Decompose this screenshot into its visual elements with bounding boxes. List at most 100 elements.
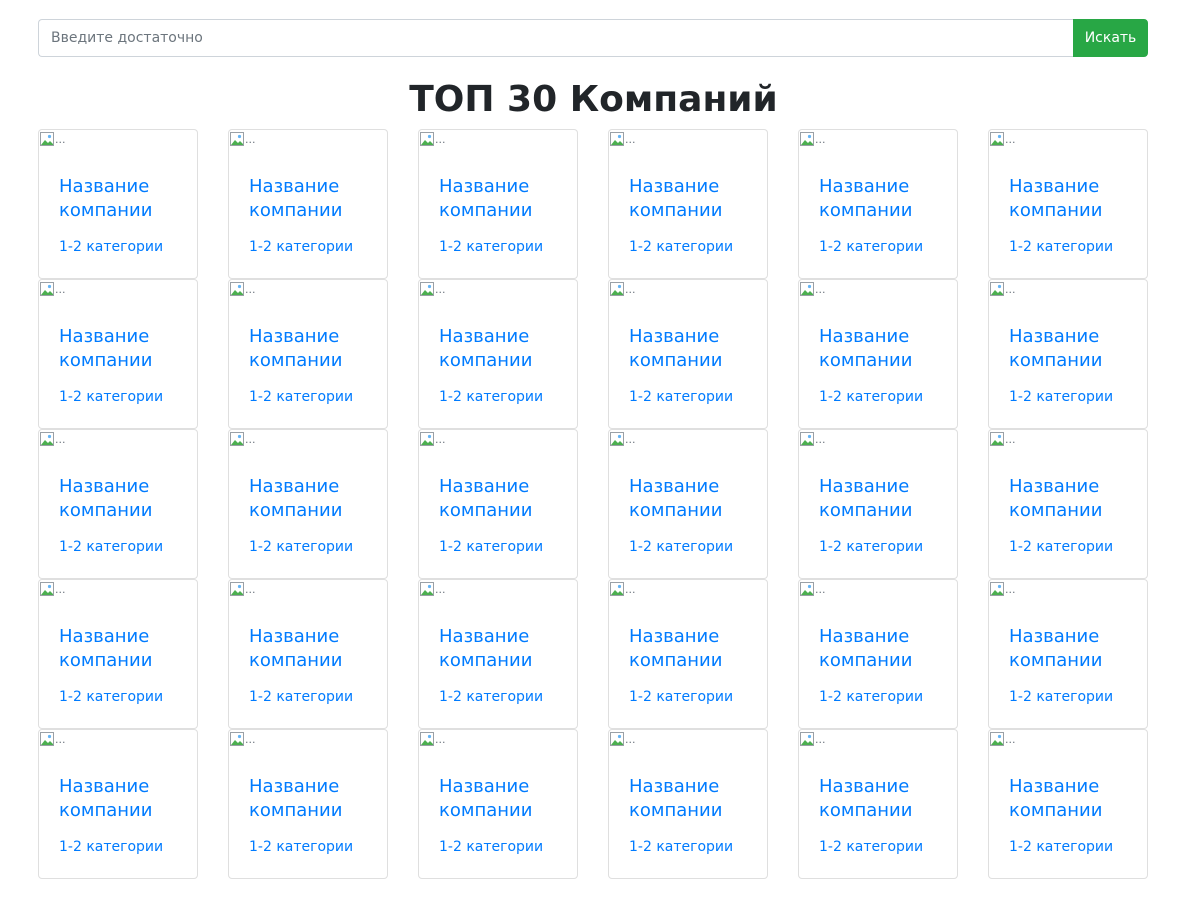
company-card[interactable]: ... Название компании 1-2 категории	[228, 129, 388, 279]
company-card[interactable]: ... Название компании 1-2 категории	[228, 729, 388, 879]
company-category-link[interactable]: 1-2 категории	[1009, 387, 1113, 407]
company-name-link[interactable]: Название компании	[249, 325, 374, 373]
company-logo-image	[420, 581, 436, 597]
company-card[interactable]: ... Название компании 1-2 категории	[988, 579, 1148, 729]
company-category-link[interactable]: 1-2 категории	[819, 237, 923, 257]
company-category-link[interactable]: 1-2 категории	[1009, 537, 1113, 557]
company-card[interactable]: ... Название компании 1-2 категории	[228, 429, 388, 579]
company-name-link[interactable]: Название компании	[249, 175, 374, 223]
company-card[interactable]: ... Название компании 1-2 категории	[38, 729, 198, 879]
company-card[interactable]: ... Название компании 1-2 категории	[418, 729, 578, 879]
company-card[interactable]: ... Название компании 1-2 категории	[608, 279, 768, 429]
company-name-link[interactable]: Название компании	[439, 775, 564, 823]
company-card[interactable]: ... Название компании 1-2 категории	[608, 429, 768, 579]
company-name-link[interactable]: Название компании	[1009, 625, 1134, 673]
company-name-link[interactable]: Название компании	[249, 775, 374, 823]
company-card[interactable]: ... Название компании 1-2 категории	[418, 429, 578, 579]
company-card[interactable]: ... Название компании 1-2 категории	[988, 279, 1148, 429]
company-category-link[interactable]: 1-2 категории	[629, 387, 733, 407]
company-category-link[interactable]: 1-2 категории	[1009, 837, 1113, 857]
broken-image-icon	[800, 582, 814, 596]
company-card[interactable]: ... Название компании 1-2 категории	[608, 129, 768, 279]
company-name-link[interactable]: Название компании	[1009, 175, 1134, 223]
company-card[interactable]: ... Название компании 1-2 категории	[988, 129, 1148, 279]
company-name-link[interactable]: Название компании	[1009, 475, 1134, 523]
company-card[interactable]: ... Название компании 1-2 категории	[418, 129, 578, 279]
company-card[interactable]: ... Название компании 1-2 категории	[418, 579, 578, 729]
company-category-link[interactable]: 1-2 категории	[1009, 687, 1113, 707]
company-category-link[interactable]: 1-2 категории	[249, 237, 353, 257]
company-name-link[interactable]: Название компании	[439, 325, 564, 373]
company-category-link[interactable]: 1-2 категории	[1009, 237, 1113, 257]
company-name-link[interactable]: Название компании	[439, 175, 564, 223]
company-name-link[interactable]: Название компании	[1009, 325, 1134, 373]
company-category-link[interactable]: 1-2 категории	[819, 687, 923, 707]
company-card[interactable]: ... Название компании 1-2 категории	[38, 129, 198, 279]
search-input[interactable]	[38, 19, 1073, 57]
company-card[interactable]: ... Название компании 1-2 категории	[798, 729, 958, 879]
company-name-link[interactable]: Название компании	[819, 325, 944, 373]
company-card[interactable]: ... Название компании 1-2 категории	[608, 729, 768, 879]
company-card[interactable]: ... Название компании 1-2 категории	[988, 729, 1148, 879]
company-card[interactable]: ... Название компании 1-2 категории	[418, 279, 578, 429]
company-card[interactable]: ... Название компании 1-2 категории	[988, 429, 1148, 579]
company-card[interactable]: ... Название компании 1-2 категории	[798, 279, 958, 429]
company-category-link[interactable]: 1-2 категории	[629, 237, 733, 257]
company-name-link[interactable]: Название компании	[59, 775, 184, 823]
company-category-link[interactable]: 1-2 категории	[59, 687, 163, 707]
company-category-link[interactable]: 1-2 категории	[439, 237, 543, 257]
company-name-link[interactable]: Название компании	[249, 475, 374, 523]
company-name-link[interactable]: Название компании	[1009, 775, 1134, 823]
company-category-link[interactable]: 1-2 категории	[59, 387, 163, 407]
company-card[interactable]: ... Название компании 1-2 категории	[228, 279, 388, 429]
company-name-link[interactable]: Название компании	[439, 475, 564, 523]
company-card[interactable]: ... Название компании 1-2 категории	[798, 579, 958, 729]
company-category-link[interactable]: 1-2 категории	[249, 837, 353, 857]
company-card[interactable]: ... Название компании 1-2 категории	[798, 429, 958, 579]
company-category-link[interactable]: 1-2 категории	[439, 537, 543, 557]
company-category-link[interactable]: 1-2 категории	[249, 537, 353, 557]
company-logo-image	[40, 281, 56, 297]
broken-image-icon	[610, 732, 624, 746]
company-name-link[interactable]: Название компании	[59, 475, 184, 523]
company-name-link[interactable]: Название компании	[249, 625, 374, 673]
company-logo-image	[800, 581, 816, 597]
company-category-link[interactable]: 1-2 категории	[819, 537, 923, 557]
company-card[interactable]: ... Название компании 1-2 категории	[38, 279, 198, 429]
company-name-link[interactable]: Название компании	[439, 625, 564, 673]
company-name-link[interactable]: Название компании	[819, 625, 944, 673]
company-name-link[interactable]: Название компании	[819, 475, 944, 523]
company-category-link[interactable]: 1-2 категории	[249, 687, 353, 707]
company-category-link[interactable]: 1-2 категории	[629, 537, 733, 557]
company-category-link[interactable]: 1-2 категории	[59, 237, 163, 257]
company-card[interactable]: ... Название компании 1-2 категории	[38, 429, 198, 579]
company-category-link[interactable]: 1-2 категории	[59, 537, 163, 557]
company-name-link[interactable]: Название компании	[629, 325, 754, 373]
company-name-link[interactable]: Название компании	[819, 175, 944, 223]
company-name-link[interactable]: Название компании	[59, 625, 184, 673]
company-category-link[interactable]: 1-2 категории	[629, 687, 733, 707]
company-card[interactable]: ... Название компании 1-2 категории	[228, 579, 388, 729]
company-name-link[interactable]: Название компании	[629, 775, 754, 823]
image-alt-text: ...	[1005, 583, 1016, 596]
company-card[interactable]: ... Название компании 1-2 категории	[38, 579, 198, 729]
company-category-link[interactable]: 1-2 категории	[439, 387, 543, 407]
company-name-link[interactable]: Название компании	[59, 325, 184, 373]
company-category-link[interactable]: 1-2 категории	[819, 387, 923, 407]
broken-image-icon	[610, 582, 624, 596]
company-logo-image	[990, 281, 1006, 297]
company-category-link[interactable]: 1-2 категории	[439, 687, 543, 707]
company-category-link[interactable]: 1-2 категории	[59, 837, 163, 857]
company-name-link[interactable]: Название компании	[629, 625, 754, 673]
company-category-link[interactable]: 1-2 категории	[249, 387, 353, 407]
company-name-link[interactable]: Название компании	[629, 475, 754, 523]
company-category-link[interactable]: 1-2 категории	[629, 837, 733, 857]
company-name-link[interactable]: Название компании	[59, 175, 184, 223]
company-name-link[interactable]: Название компании	[629, 175, 754, 223]
company-category-link[interactable]: 1-2 категории	[439, 837, 543, 857]
company-category-link[interactable]: 1-2 категории	[819, 837, 923, 857]
search-button[interactable]: Искать	[1073, 19, 1148, 57]
company-card[interactable]: ... Название компании 1-2 категории	[798, 129, 958, 279]
company-card[interactable]: ... Название компании 1-2 категории	[608, 579, 768, 729]
company-name-link[interactable]: Название компании	[819, 775, 944, 823]
